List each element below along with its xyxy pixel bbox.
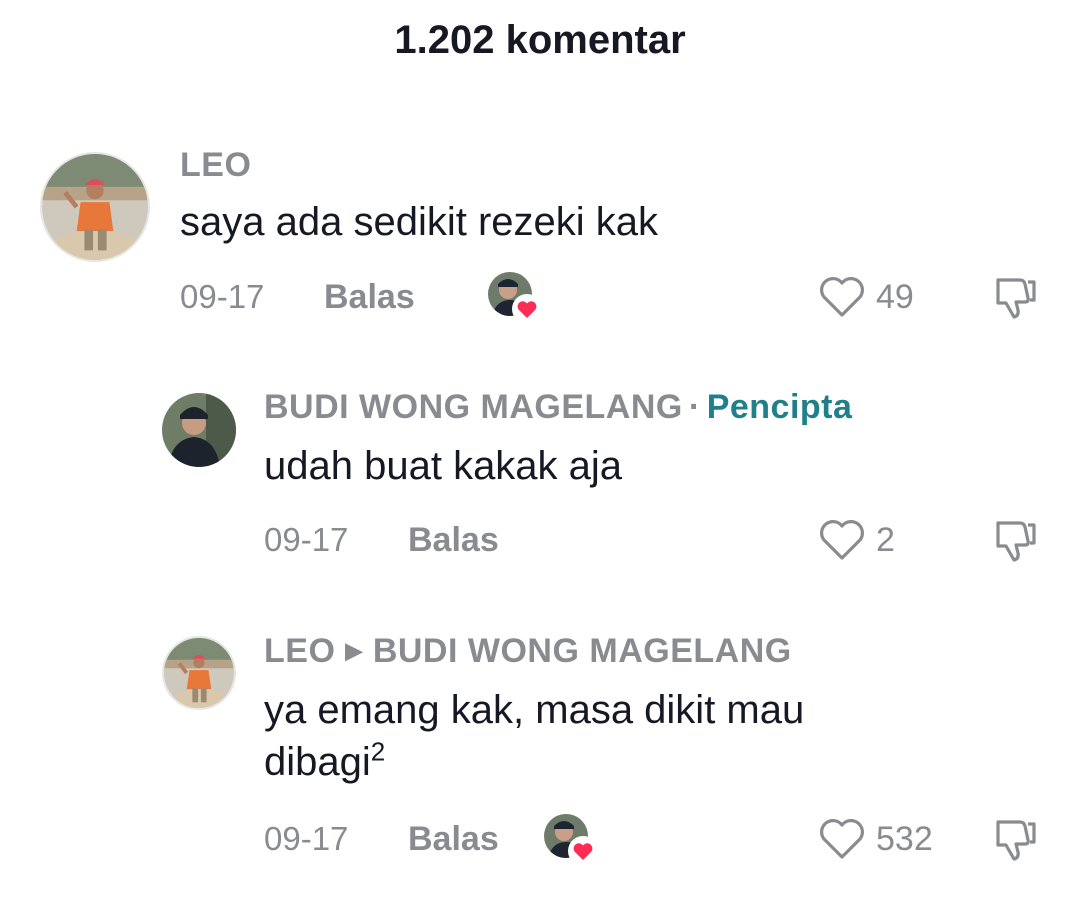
comment-text-line: ya emang kak, masa dikit mau bbox=[264, 688, 805, 732]
heart-outline-icon bbox=[820, 819, 864, 859]
comment-date: 09-17 bbox=[264, 521, 349, 558]
avatar-image bbox=[162, 393, 236, 467]
comment-text-line: saya ada sedikit rezeki kak bbox=[180, 200, 659, 244]
comment-username[interactable]: LEO bbox=[180, 146, 251, 185]
thumbs-down-icon bbox=[996, 278, 1036, 319]
heart-filled-icon bbox=[512, 294, 542, 324]
avatar-image bbox=[164, 638, 234, 708]
reply-button[interactable]: Balas bbox=[408, 521, 499, 560]
reply-button[interactable]: Balas bbox=[324, 278, 415, 317]
like-count: 2 bbox=[876, 520, 895, 559]
comment-text-line: udah buat kakak aja bbox=[264, 444, 623, 488]
comment-text-line: dibagi2 bbox=[264, 736, 804, 788]
comment-count-title: 1.202 komentar bbox=[394, 18, 686, 62]
like-button[interactable]: 2 bbox=[818, 515, 895, 565]
avatar[interactable] bbox=[162, 636, 236, 710]
like-button[interactable]: 49 bbox=[818, 272, 914, 322]
comment-date: 09-17 bbox=[264, 820, 349, 857]
comment-text: saya ada sedikit rezeki kak bbox=[180, 196, 658, 248]
comment-username[interactable]: LEO ▶ BUDI WONG MAGELANG bbox=[264, 632, 792, 671]
reply-button[interactable]: Balas bbox=[408, 820, 499, 859]
username-label: LEO bbox=[180, 146, 252, 184]
heart-outline-icon bbox=[820, 520, 864, 560]
comment-text: udah buat kakak aja bbox=[264, 440, 622, 492]
creator-label: Pencipta bbox=[706, 388, 853, 426]
dislike-button[interactable] bbox=[990, 272, 1040, 322]
avatar[interactable] bbox=[162, 393, 236, 467]
like-count: 532 bbox=[876, 819, 933, 858]
superscript: 2 bbox=[370, 736, 386, 767]
username-label: BUDI WONG MAGELANG bbox=[264, 388, 683, 426]
heart-filled-icon bbox=[568, 836, 598, 866]
avatar[interactable] bbox=[40, 152, 150, 262]
separator-dot: · bbox=[688, 388, 701, 426]
reply-to-label: BUDI WONG MAGELANG bbox=[372, 632, 792, 670]
creator-liked-badge bbox=[544, 814, 598, 866]
dislike-button[interactable] bbox=[990, 515, 1040, 565]
avatar-image bbox=[42, 154, 148, 260]
comment-text-word: dibagi bbox=[264, 740, 371, 784]
comment-username[interactable]: BUDI WONG MAGELANG · Pencipta bbox=[264, 388, 852, 427]
dislike-button[interactable] bbox=[990, 814, 1040, 864]
thumbs-down-icon bbox=[996, 521, 1036, 562]
triangle-right-icon: ▶ bbox=[345, 638, 363, 663]
thumbs-down-icon bbox=[996, 820, 1036, 861]
like-button[interactable]: 532 bbox=[818, 814, 933, 864]
comment-text: ya emang kak, masa dikit mau dibagi2 bbox=[264, 684, 804, 788]
creator-liked-badge bbox=[488, 272, 542, 324]
heart-outline-icon bbox=[820, 277, 864, 317]
comment-date: 09-17 bbox=[180, 278, 265, 315]
username-label: LEO bbox=[264, 632, 336, 670]
like-count: 49 bbox=[876, 277, 914, 316]
